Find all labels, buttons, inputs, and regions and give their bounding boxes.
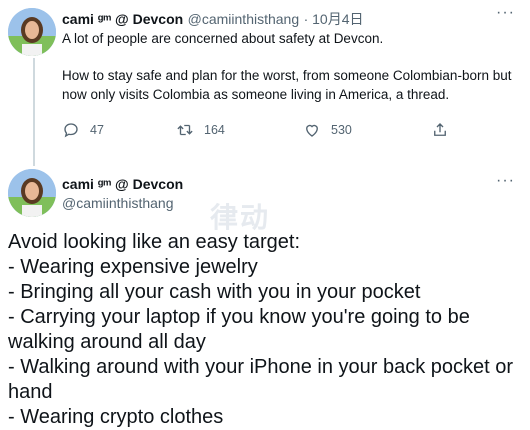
tweet-header: cami ᵍᵐ @ Devcon @camiinthisthang · 10月4…	[62, 9, 364, 29]
share-button[interactable]	[431, 121, 459, 139]
retweet-count: 164	[204, 123, 225, 137]
avatar[interactable]	[8, 8, 56, 56]
like-icon	[306, 124, 318, 137]
reply-icon	[64, 123, 78, 138]
thread-line	[33, 58, 35, 166]
author-handle[interactable]: @camiinthisthang	[62, 195, 174, 211]
reply-button[interactable]: 47	[62, 121, 104, 139]
tweet-text-line1: A lot of people are concerned about safe…	[62, 31, 384, 46]
more-icon[interactable]: ···	[496, 4, 515, 22]
like-count: 530	[331, 123, 352, 137]
like-button[interactable]: 530	[303, 121, 352, 139]
tweet-date[interactable]: · 10月4日	[304, 11, 364, 27]
retweet-icon	[177, 124, 193, 136]
share-icon	[434, 123, 446, 136]
retweet-button[interactable]: 164	[176, 121, 225, 139]
author-handle[interactable]: @camiinthisthang	[188, 11, 300, 27]
tweet-text: Avoid looking like an easy target: - Wea…	[8, 231, 514, 428]
author-name[interactable]: cami ᵍᵐ @ Devcon	[62, 11, 183, 27]
reply-count: 47	[90, 123, 104, 137]
more-icon[interactable]: ···	[496, 172, 515, 190]
avatar[interactable]	[8, 169, 56, 217]
tweet-text-paragraph: How to stay safe and plan for the worst,…	[62, 68, 512, 102]
author-name[interactable]: cami ᵍᵐ @ Devcon	[62, 176, 183, 192]
